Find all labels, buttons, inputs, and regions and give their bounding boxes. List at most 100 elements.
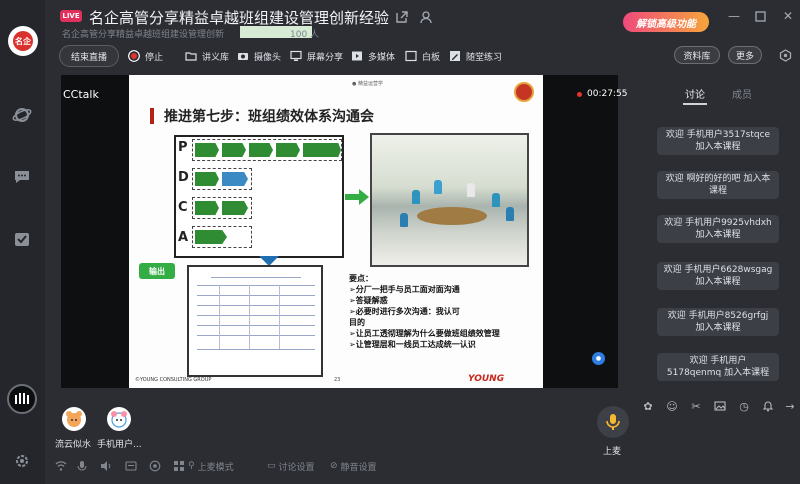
process-node: [323, 143, 341, 157]
pdca-row: [192, 197, 252, 219]
doc-line: [197, 305, 315, 306]
process-node: [222, 201, 248, 215]
cctalk-app-icon[interactable]: [7, 384, 37, 414]
multimedia-button[interactable]: 多媒体: [351, 47, 395, 65]
active-tab-indicator: [683, 103, 707, 105]
slide-logo-icon: [514, 82, 534, 102]
clock-icon[interactable]: ◷: [737, 399, 751, 413]
image-icon[interactable]: [713, 399, 727, 413]
settings-gear-icon[interactable]: [10, 450, 34, 472]
attendee-figure: [492, 193, 500, 207]
handout-library-button[interactable]: 讲义库: [185, 47, 229, 65]
flower-icon[interactable]: ✿: [641, 399, 655, 413]
resources-button[interactable]: 资料库: [674, 46, 720, 64]
pdca-letter: A: [178, 230, 190, 248]
process-node: [195, 172, 219, 186]
planet-icon[interactable]: [10, 104, 34, 126]
mute-settings[interactable]: ⊘ 静音设置: [330, 459, 377, 473]
scissors-icon[interactable]: ✂: [689, 399, 703, 413]
minimize-icon[interactable]: —: [727, 9, 741, 23]
live-toolbar: 结束直播 停止 讲义库 摄像头 屏幕分享 多媒体 白板 随堂练习: [45, 43, 615, 69]
document-image: [187, 265, 323, 377]
pdca-row: [192, 168, 252, 190]
chat-bubble-icon[interactable]: ●: [592, 352, 605, 365]
bell-icon[interactable]: [761, 399, 775, 413]
camera-label: 摄像头: [254, 52, 282, 63]
attendee-figure: [434, 180, 442, 194]
screen-share-button[interactable]: 屏幕分享: [290, 47, 343, 65]
stop-recording-button[interactable]: 停止: [128, 47, 163, 65]
play-media-icon: [351, 50, 363, 62]
doc-column-line: [279, 285, 280, 349]
attendee-figure: [467, 183, 475, 197]
pdca-row: [192, 139, 342, 161]
microphone-icon: [606, 414, 620, 430]
caption-icon[interactable]: [125, 459, 137, 473]
doc-line: [197, 285, 315, 286]
screen-share-label: 屏幕分享: [307, 52, 344, 63]
participant-name: 流云似水: [55, 440, 92, 450]
meeting-photo: [370, 133, 529, 267]
discussion-settings[interactable]: ▭ 讨论设置: [267, 459, 315, 473]
process-node: [276, 143, 300, 157]
process-node: [195, 143, 219, 157]
mic-status-icon[interactable]: [77, 459, 87, 473]
close-icon[interactable]: ✕: [781, 9, 795, 23]
layout-grid-icon[interactable]: [173, 459, 185, 473]
more-button[interactable]: 更多: [728, 46, 762, 64]
live-badge: LIVE: [60, 10, 82, 22]
key-point-line: ➢让管理层和一线员工达成统一认识: [349, 340, 476, 349]
process-node: [195, 201, 219, 215]
stage-mode-setting[interactable]: ⚲ 上麦模式: [188, 459, 234, 473]
avatar[interactable]: [62, 407, 86, 431]
comment-icon: ▭: [267, 461, 276, 471]
pdca-diagram: P D C A: [174, 135, 344, 258]
mic-up-button[interactable]: [597, 406, 629, 438]
emoji-icon[interactable]: ☺: [665, 399, 679, 413]
key-point-line: ➢答疑解惑: [349, 296, 388, 305]
process-node: [195, 230, 227, 244]
camera-button[interactable]: 摄像头: [237, 47, 281, 65]
hexagon-settings-icon[interactable]: [778, 48, 792, 62]
mute-settings-label: 静音设置: [340, 462, 377, 473]
unlock-premium-button[interactable]: 解锁高级功能: [623, 12, 709, 32]
doc-line: [197, 315, 315, 316]
arrow-right-icon[interactable]: →: [783, 399, 797, 413]
pdca-letter: D: [178, 170, 190, 188]
doc-line: [197, 295, 315, 296]
multimedia-label: 多媒体: [368, 52, 396, 63]
pdca-letter: C: [178, 200, 190, 218]
whiteboard-icon: [405, 50, 417, 62]
exercise-button[interactable]: 随堂练习: [449, 47, 502, 65]
slide-page-number: 23: [334, 377, 341, 383]
end-live-button[interactable]: 结束直播: [59, 45, 119, 67]
doc-line: [197, 325, 315, 326]
person-icon: ⚲: [188, 461, 195, 471]
maximize-icon[interactable]: [753, 9, 767, 23]
slide-footer-copyright: ©YOUNG CONSULTING GROUP: [135, 377, 212, 383]
tab-members[interactable]: 成员: [732, 86, 752, 101]
pdca-letter: P: [178, 140, 190, 158]
slide-header-text: ● 精益运营学: [352, 81, 383, 87]
handout-label: 讲义库: [202, 52, 230, 63]
screen-share-icon: [290, 50, 302, 62]
process-node: [249, 143, 273, 157]
beauty-filter-icon[interactable]: [149, 459, 161, 473]
cctalk-watermark: CCtalk: [63, 88, 99, 101]
flow-arrow-icon: [345, 189, 369, 205]
share-link-icon[interactable]: [395, 9, 409, 23]
tab-discussion[interactable]: 讨论: [685, 86, 705, 101]
process-node: [222, 172, 248, 186]
task-check-icon[interactable]: [10, 228, 34, 250]
institution-logo[interactable]: 名企: [8, 26, 38, 56]
edit-pen-icon: [449, 50, 461, 62]
speaker-volume-icon[interactable]: [100, 459, 112, 473]
avatar[interactable]: [107, 407, 131, 431]
key-points: 要点： ➢分厂一把手与员工面对面沟通 ➢答疑解惑 ➢必要时进行多次沟通：我认可 …: [349, 273, 500, 350]
whiteboard-button[interactable]: 白板: [405, 47, 440, 65]
record-stop-icon: [128, 50, 140, 62]
doc-column-line: [249, 285, 250, 349]
group-members-icon[interactable]: [420, 9, 434, 24]
chat-icon[interactable]: [10, 166, 34, 188]
doc-line: [197, 335, 315, 336]
